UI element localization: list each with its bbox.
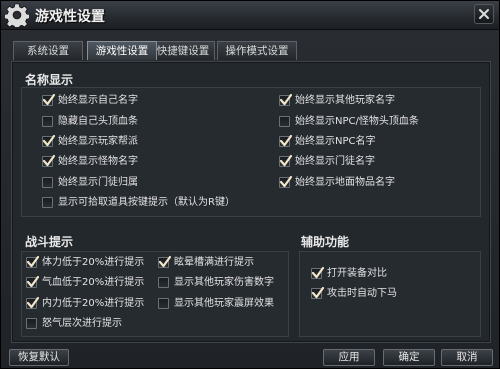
checkbox[interactable] — [42, 154, 56, 167]
checkmark-icon — [42, 93, 56, 106]
checkbox[interactable] — [158, 255, 172, 268]
checkmark-icon — [158, 255, 172, 268]
checkbox[interactable] — [42, 116, 53, 127]
tab-bar: 系统设置 快捷键设置 操作模式设置 游戏性设置 — [11, 41, 491, 62]
option-label: 眩晕槽满进行提示 — [174, 257, 254, 268]
option-label: 始终显示其他玩家名字 — [295, 95, 395, 106]
combat-hints-title: 战斗提示 — [25, 235, 74, 249]
checkmark-icon — [311, 266, 325, 279]
option-label: 始终显示地面物品名字 — [295, 177, 395, 188]
option-label: 内力低于20%进行提示 — [42, 298, 145, 309]
option-label: 始终显示NPC名字 — [295, 136, 376, 147]
option-label: 始终显示自己名字 — [58, 95, 138, 106]
checkbox[interactable] — [279, 116, 290, 127]
checkmark-icon — [26, 296, 40, 309]
checkbox[interactable] — [26, 255, 40, 268]
restore-default-button[interactable]: 恢复默认 — [9, 349, 69, 366]
option-label: 隐藏自己头顶血条 — [58, 116, 138, 127]
checkmark-icon — [42, 134, 56, 147]
checkbox[interactable] — [158, 277, 169, 288]
option-label: 始终显示玩家帮派 — [58, 136, 138, 147]
checkmark-icon — [26, 275, 40, 288]
option-label: 气血低于20%进行提示 — [42, 277, 145, 288]
checkbox[interactable] — [279, 93, 293, 106]
option-label: 显示可拾取道具按键提示（默认为R键） — [58, 197, 235, 208]
title-bar[interactable]: 游戏性设置 — [1, 1, 499, 30]
tab-hotkey-settings[interactable]: 快捷键设置 — [151, 41, 215, 60]
checkbox[interactable] — [42, 93, 56, 106]
checkbox[interactable] — [42, 177, 53, 188]
checkbox[interactable] — [311, 286, 325, 299]
cancel-button[interactable]: 取消 — [441, 349, 493, 366]
checkmark-icon — [279, 134, 293, 147]
window-title: 游戏性设置 — [35, 9, 105, 25]
option-label: 始终显示门徒归属 — [58, 177, 138, 188]
tab-system-settings[interactable]: 系统设置 — [13, 41, 83, 60]
checkmark-icon — [311, 286, 325, 299]
checkmark-icon — [42, 154, 56, 167]
checkbox[interactable] — [26, 275, 40, 288]
confirm-button[interactable]: 确定 — [383, 349, 435, 366]
assist-title: 辅助功能 — [301, 235, 350, 249]
name-display-title: 名称显示 — [25, 73, 74, 87]
option-label: 打开装备对比 — [327, 268, 387, 279]
checkmark-icon — [279, 93, 293, 106]
apply-button[interactable]: 应用 — [323, 349, 375, 366]
checkbox[interactable] — [279, 175, 293, 188]
checkbox[interactable] — [42, 134, 56, 147]
option-label: 始终显示NPC/怪物头顶血条 — [295, 116, 419, 127]
checkbox[interactable] — [311, 266, 325, 279]
checkmark-icon — [26, 255, 40, 268]
option-label: 体力低于20%进行提示 — [42, 257, 145, 268]
checkbox[interactable] — [279, 154, 293, 167]
checkmark-icon — [279, 154, 293, 167]
option-label: 怒气层次进行提示 — [42, 318, 122, 329]
option-label: 显示其他玩家伤害数字 — [174, 277, 274, 288]
close-icon — [479, 9, 489, 19]
checkmark-icon — [279, 175, 293, 188]
option-label: 显示其他玩家震屏效果 — [174, 298, 274, 309]
tab-control-mode-settings[interactable]: 操作模式设置 — [217, 41, 297, 60]
checkbox[interactable] — [279, 134, 293, 147]
close-button[interactable] — [474, 4, 494, 24]
checkbox[interactable] — [26, 318, 37, 329]
option-label: 始终显示怪物名字 — [58, 156, 138, 167]
settings-window: 游戏性设置 系统设置 快捷键设置 操作模式设置 游戏性设置 名称显示 战斗提示 … — [0, 0, 500, 369]
tab-gameplay-settings[interactable]: 游戏性设置 — [87, 41, 157, 60]
checkbox[interactable] — [42, 197, 53, 208]
checkbox[interactable] — [158, 298, 169, 309]
option-label: 攻击时自动下马 — [327, 288, 397, 299]
option-label: 始终显示门徒名字 — [295, 156, 375, 167]
checkbox[interactable] — [26, 296, 40, 309]
gear-icon — [4, 3, 30, 30]
